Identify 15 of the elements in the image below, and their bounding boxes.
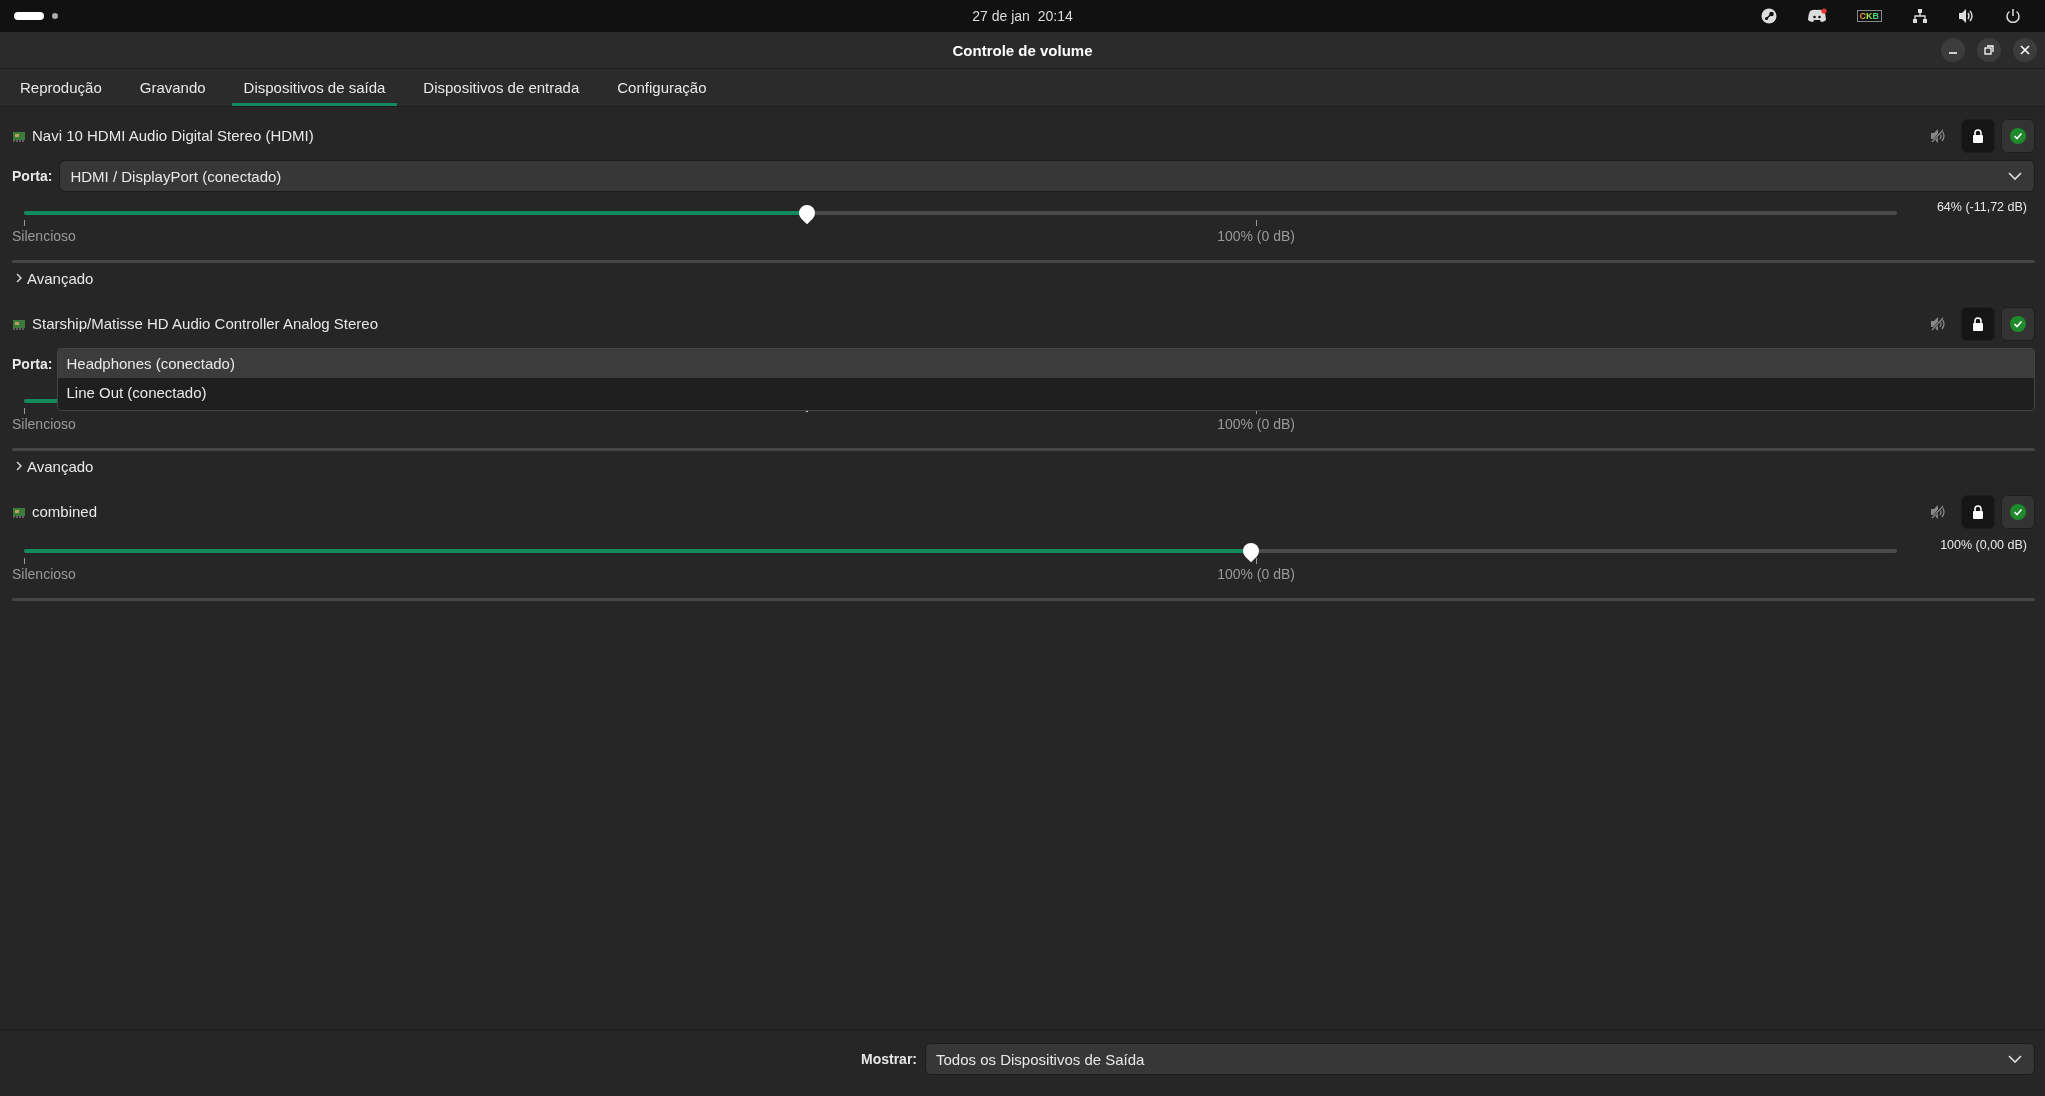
window-title: Controle de volume xyxy=(952,41,1093,59)
device-name: combined xyxy=(32,503,98,520)
device-name: Navi 10 HDMI Audio Digital Stereo (HDMI) xyxy=(32,127,314,144)
volume-reading: 100% (0,00 dB) xyxy=(1939,538,2028,552)
show-label: Mostrar: xyxy=(861,1051,917,1067)
port-label: Porta: xyxy=(12,168,53,184)
volume-reading: 64% (-11,72 dB) xyxy=(1935,200,2028,214)
minimum-label: Silencioso xyxy=(12,416,76,432)
unity-mark-label: 100% (0 dB) xyxy=(1217,416,1295,432)
port-label: Porta: xyxy=(12,356,53,372)
unity-mark-label: 100% (0 dB) xyxy=(1217,228,1295,244)
minimum-label: Silencioso xyxy=(12,566,76,582)
minimum-label: Silencioso xyxy=(12,228,76,244)
device-name: Starship/Matisse HD Audio Controller Analog Stereo xyxy=(32,315,378,332)
unity-mark-label: 100% (0 dB) xyxy=(1217,566,1295,582)
